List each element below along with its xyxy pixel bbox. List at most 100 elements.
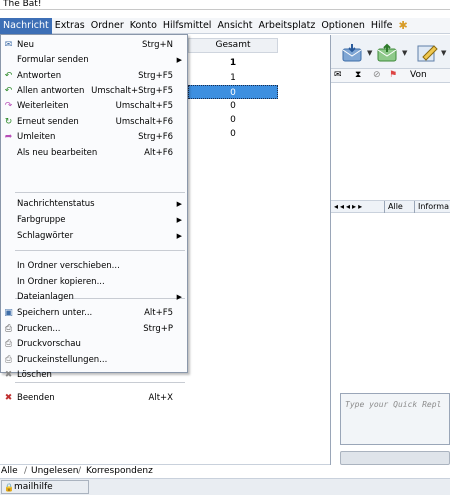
tab-informationen[interactable]: Informa bbox=[414, 201, 450, 213]
message-column-header: ✉ ⧗ ⊘ ⚑ Von bbox=[331, 69, 450, 83]
menu-item-label: In Ordner kopieren... bbox=[17, 277, 105, 287]
tab-divider: / bbox=[78, 466, 82, 476]
reply-all-icon: ↶ bbox=[4, 86, 13, 96]
attachment-icon[interactable]: ⊘ bbox=[373, 70, 381, 80]
get-mail-icon[interactable] bbox=[341, 43, 365, 63]
menu-item-label: Neu bbox=[17, 40, 34, 50]
menu-optionen[interactable]: Optionen bbox=[318, 18, 368, 34]
menu-item-umleiten[interactable]: ➦ Umleiten Strg+F6 bbox=[1, 130, 187, 145]
menu-hilfe[interactable]: Hilfe bbox=[368, 18, 396, 34]
menu-item-formular-senden[interactable]: Formular senden ▶ bbox=[1, 53, 187, 68]
menu-item-label: Druckeinstellungen... bbox=[17, 355, 108, 365]
print-preview-icon: ⎙ bbox=[4, 339, 13, 349]
menu-nachricht[interactable]: Nachricht bbox=[0, 17, 52, 34]
tab-korrespondenz[interactable]: Korrespondenz bbox=[86, 466, 153, 476]
menu-arbeitsplatz[interactable]: Arbeitsplatz bbox=[256, 18, 319, 34]
column-header-from[interactable]: Von bbox=[410, 70, 427, 80]
menu-item-label: Beenden bbox=[17, 393, 55, 403]
print-settings-icon: ⎙ bbox=[4, 355, 13, 365]
menu-item-label: Druckvorschau bbox=[17, 339, 81, 349]
menu-item-allen-antworten[interactable]: ↶ Allen antworten Umschalt+Strg+F5 bbox=[1, 84, 187, 99]
menu-item-als-neu-bearbeiten[interactable]: Als neu bearbeiten Alt+F6 bbox=[1, 146, 187, 161]
menu-item-in-ordner-verschieben[interactable]: In Ordner verschieben... bbox=[1, 259, 187, 274]
menu-separator bbox=[15, 250, 185, 251]
chevron-down-icon[interactable]: ▼ bbox=[402, 49, 408, 57]
menu-item-dateianlagen[interactable]: Dateianlagen ▶ bbox=[1, 290, 187, 305]
redirect-icon: ➦ bbox=[4, 132, 13, 142]
count-cell[interactable]: 0 bbox=[188, 99, 278, 113]
exit-icon: ✖ bbox=[4, 393, 13, 403]
menu-item-löschen[interactable]: ✖ Löschen bbox=[1, 368, 187, 383]
menu-item-shortcut: Strg+P bbox=[143, 324, 173, 334]
menu-item-label: Formular senden bbox=[17, 55, 89, 65]
menu-item-label: Schlagwörter bbox=[17, 231, 74, 241]
chevron-down-icon[interactable]: ▼ bbox=[367, 49, 373, 57]
print-icon: ⎙ bbox=[4, 324, 13, 334]
menu-konto[interactable]: Konto bbox=[127, 18, 160, 34]
account-status[interactable]: 🔒 mailhilfe bbox=[1, 480, 89, 494]
tab-alle[interactable]: Alle bbox=[1, 466, 18, 476]
menu-item-in-ordner-kopieren[interactable]: In Ordner kopieren... bbox=[1, 275, 187, 290]
hourglass-icon[interactable]: ⧗ bbox=[355, 70, 361, 80]
gear-icon[interactable]: ✱ bbox=[399, 19, 411, 32]
menu-item-nachrichtenstatus[interactable]: Nachrichtenstatus ▶ bbox=[1, 197, 187, 212]
menu-item-neu[interactable]: ✉ Neu Strg+N bbox=[1, 38, 187, 53]
menu-item-erneut-senden[interactable]: ↻ Erneut senden Umschalt+F6 bbox=[1, 115, 187, 130]
menu-separator bbox=[15, 192, 185, 193]
count-cell[interactable]: 0 bbox=[188, 127, 278, 141]
nav-arrows-icon[interactable]: ◂◂◂▸▸ bbox=[334, 202, 364, 211]
menu-item-beenden[interactable]: ✖ Beenden Alt+X bbox=[1, 391, 187, 406]
count-cell[interactable]: 1 bbox=[188, 71, 278, 85]
menu-item-farbgruppe[interactable]: Farbgruppe ▶ bbox=[1, 213, 187, 228]
toolbar: ▼ ▼ ▼ bbox=[331, 35, 450, 69]
folder-tabs: Alle / Ungelesen / Korrespondenz bbox=[0, 464, 330, 478]
submenu-arrow-icon: ▶ bbox=[176, 216, 182, 224]
quick-reply-scrollbar[interactable] bbox=[340, 451, 450, 465]
column-header-gesamt[interactable]: Gesamt bbox=[188, 38, 278, 53]
menu-item-druckeinstellungen[interactable]: ⎙ Druckeinstellungen... bbox=[1, 353, 187, 368]
forward-icon: ↷ bbox=[4, 101, 13, 111]
chevron-down-icon[interactable]: ▼ bbox=[441, 49, 447, 57]
submenu-arrow-icon: ▶ bbox=[176, 200, 182, 208]
quick-reply-input[interactable]: Type your Quick Repl bbox=[340, 393, 450, 445]
nachricht-menu: ✉ Neu Strg+N Formular senden ▶ ↶ Antworten Strg… bbox=[0, 34, 188, 403]
menu-item-speichern-unter[interactable]: ▣ Speichern unter... Alt+F5 bbox=[1, 306, 187, 321]
send-mail-icon[interactable] bbox=[376, 43, 400, 63]
resend-icon: ↻ bbox=[4, 117, 13, 127]
new-message-icon[interactable] bbox=[415, 43, 439, 63]
menu-item-druckvorschau[interactable]: ⎙ Druckvorschau bbox=[1, 337, 187, 352]
menu-item-shortcut: Strg+N bbox=[142, 40, 173, 50]
menu-item-weiterleiten[interactable]: ↷ Weiterleiten Umschalt+F5 bbox=[1, 99, 187, 114]
menu-item-label: Allen antworten bbox=[17, 86, 85, 96]
count-cell-selected[interactable]: 0 bbox=[188, 85, 278, 99]
menu-item-shortcut: Alt+X bbox=[148, 393, 173, 403]
delete-icon: ✖ bbox=[4, 370, 13, 380]
tab-ungelesen[interactable]: Ungelesen bbox=[31, 466, 79, 476]
menu-item-label: Löschen bbox=[17, 370, 52, 380]
tab-alle[interactable]: Alle bbox=[384, 201, 406, 213]
preview-nav-strip: ◂◂◂▸▸ Alle Informa bbox=[331, 200, 450, 213]
title-bar: The Bat! bbox=[0, 0, 450, 10]
envelope-icon[interactable]: ✉ bbox=[334, 70, 342, 80]
menu-item-schlagwörter[interactable]: Schlagwörter ▶ bbox=[1, 229, 187, 244]
menu-item-shortcut: Strg+F5 bbox=[138, 71, 173, 81]
menu-extras[interactable]: Extras bbox=[52, 18, 88, 34]
menu-item-shortcut: Umschalt+F6 bbox=[115, 117, 173, 127]
flag-icon[interactable]: ⚑ bbox=[389, 70, 397, 80]
menu-hilfsmittel[interactable]: Hilfsmittel bbox=[160, 18, 215, 34]
account-name: mailhilfe bbox=[14, 482, 53, 492]
menu-ansicht[interactable]: Ansicht bbox=[214, 18, 255, 34]
count-cell[interactable]: 0 bbox=[188, 113, 278, 127]
menu-item-label: Als neu bearbeiten bbox=[17, 148, 98, 158]
count-cell[interactable]: 1 bbox=[188, 56, 278, 70]
submenu-arrow-icon: ▶ bbox=[176, 232, 182, 240]
menu-item-drucken[interactable]: ⎙ Drucken... Strg+P bbox=[1, 322, 187, 337]
menu-item-label: Dateianlagen bbox=[17, 292, 74, 302]
menu-item-shortcut: Umschalt+F5 bbox=[115, 101, 173, 111]
save-icon: ▣ bbox=[4, 308, 13, 318]
menu-item-antworten[interactable]: ↶ Antworten Strg+F5 bbox=[1, 69, 187, 84]
tab-divider: / bbox=[24, 466, 28, 476]
menu-ordner[interactable]: Ordner bbox=[88, 18, 127, 34]
menu-item-shortcut: Alt+F5 bbox=[144, 308, 173, 318]
menu-bar: Nachricht Extras Ordner Konto Hilfsmitte… bbox=[0, 17, 450, 34]
